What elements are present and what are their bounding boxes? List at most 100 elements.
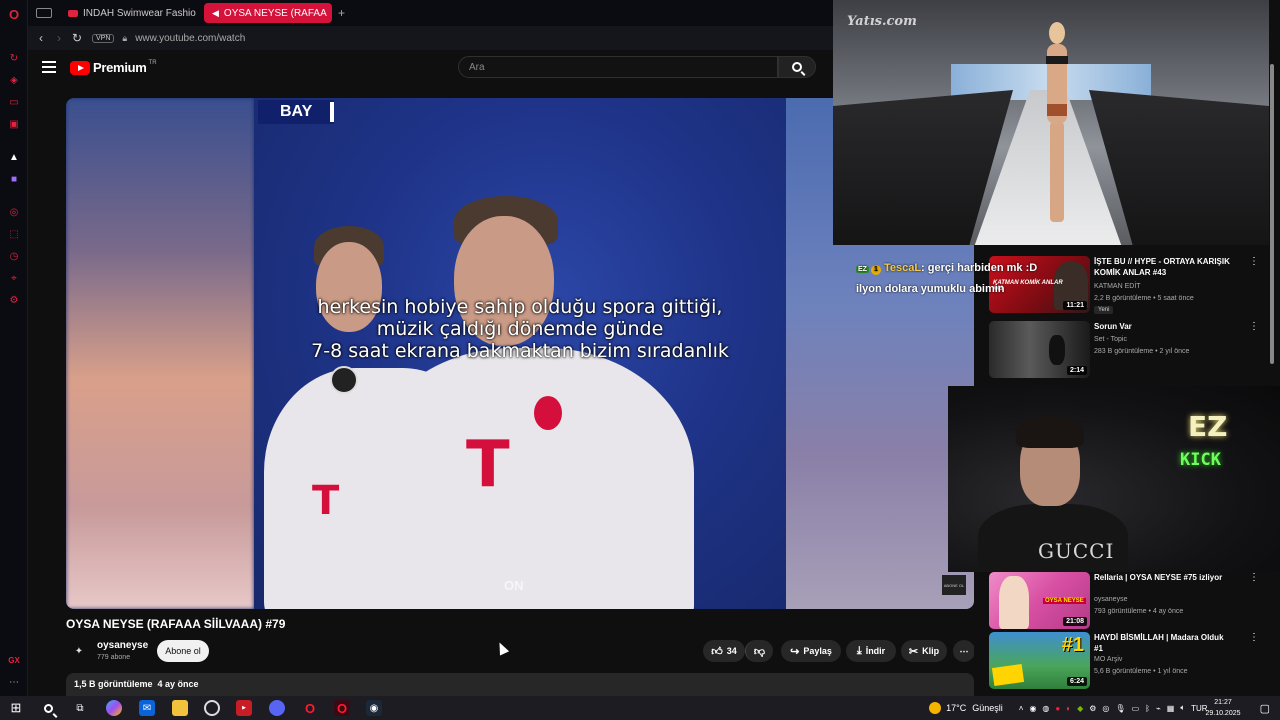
subscribe-button[interactable]: Abone ol [157,640,209,662]
task-view-icon[interactable]: ⧉ [72,700,88,716]
notifications-icon[interactable]: ▢ [1260,702,1270,715]
neon-ez-sign: EZ [1188,410,1228,443]
tab-menu-icon[interactable] [36,8,52,18]
tray-mic-icon[interactable]: 🎙︎ [1115,704,1125,713]
tray-opera-icon[interactable]: ● [1055,704,1060,713]
search-icon [792,62,802,72]
clip-button[interactable]: ✂ Klip [901,640,947,662]
weather-temp[interactable]: 17°C [946,703,966,713]
taskbar-clock[interactable]: 21:27 29.10.2025 [1204,696,1242,720]
sidebar-bag-icon[interactable]: ◈ [6,72,22,88]
tray-volume-icon[interactable]: 🔈︎ [1180,703,1185,713]
sidebar-settings-icon[interactable]: ⚙ [6,292,22,308]
recommendation-item[interactable]: OYSA NEYSE 21:08 Rellaria | OYSA NEYSE #… [989,572,1259,630]
recommendation-item[interactable]: 2:14 Sorun Var Set - Topic 283 B görüntü… [989,321,1259,379]
score-tag: BAY [258,100,334,124]
rec-thumb-figure [1049,335,1065,365]
tray-app-icon[interactable]: ◐ [1066,704,1071,713]
tray-display-icon[interactable]: ▭ [1132,704,1140,713]
download-button[interactable]: ⤓ İndir [846,640,896,662]
steam-icon[interactable]: ◉ [366,700,382,716]
rec-channel: MO Arşiv [1094,656,1123,663]
rec-more-icon[interactable]: ⋮ [1249,321,1259,332]
sidebar-pin-icon[interactable]: ⌖ [6,270,22,286]
sidebar-instagram-icon[interactable]: ▣ [6,116,22,132]
opera-logo-icon[interactable]: O [6,6,22,22]
scrollbar-thumb[interactable] [1270,64,1274,364]
file-explorer-icon[interactable] [172,700,188,716]
rec-duration: 2:14 [1066,366,1087,375]
video-editor-icon[interactable]: ▶ [236,700,252,716]
rec-meta: 2,2 B görüntüleme • 5 saat önce [1094,295,1194,302]
model-top [1046,56,1068,64]
forward-icon[interactable]: › [50,31,68,45]
model-legs [1050,122,1064,222]
copilot-icon[interactable] [106,700,122,716]
rec-more-icon[interactable]: ⋮ [1249,632,1259,643]
tray-nvidia-icon[interactable]: ◆ [1077,704,1083,713]
channel-avatar[interactable]: ✦ [70,642,88,660]
rec-thumb-label-shape [991,664,1025,686]
tray-steam-icon[interactable]: ◉ [1029,704,1036,713]
discord-icon[interactable] [269,700,285,716]
dislike-button[interactable]: 👎︎ [745,640,773,662]
rec-duration: 21:08 [1063,617,1087,626]
page-scrollbar[interactable] [1268,50,1276,690]
search-button[interactable] [778,56,816,78]
tray-gear-icon[interactable]: ⚙ [1089,704,1096,713]
mail-icon[interactable]: ✉ [139,700,155,716]
sidebar-more-icon[interactable]: ⋯ [6,674,22,690]
description-box[interactable]: 1,5 B görüntüleme 4 ay önce [66,673,974,696]
rec-thumbnail[interactable]: OYSA NEYSE 21:08 [989,572,1090,629]
tray-usb-icon[interactable]: ⌁ [1156,704,1161,713]
tray-globe-icon[interactable]: ◎ [1102,704,1109,713]
youtube-play-icon [70,60,90,75]
weather-desc[interactable]: Güneşli [972,703,1003,713]
share-button[interactable]: ↪ Paylaş [781,640,841,662]
search-input[interactable] [458,56,778,78]
tab-oysa-neyse[interactable]: ◀ OYSA NEYSE (RAFAA [204,3,332,23]
sidebar-aria-icon[interactable]: ▲ [6,149,22,165]
taskbar-search-icon[interactable] [40,700,56,716]
tray-bluetooth-icon[interactable]: ᛒ [1145,704,1150,713]
rec-more-icon[interactable]: ⋮ [1249,572,1259,583]
subscribe-watermark[interactable]: ABONE OL [942,575,966,595]
new-tab-button[interactable]: + [338,6,345,20]
recommendation-item[interactable]: #1 6:24 HAYDİ BİSMİLLAH | Madara Olduk #… [989,632,1259,690]
sidebar-history-icon[interactable]: ◷ [6,248,22,264]
youtube-logo[interactable]: Premium TR [70,60,157,75]
telekom-logo-left: T [312,478,340,524]
rec-meta: 283 B görüntüleme • 2 yıl önce [1094,348,1190,355]
rec-thumbnail[interactable]: 2:14 [989,321,1090,378]
weather-sun-icon[interactable] [929,702,942,714]
tray-network-icon[interactable]: ▦ [1167,704,1175,713]
url-field[interactable]: www.youtube.com/watch [135,33,245,44]
sidebar-gx-icon[interactable]: GX [6,652,22,668]
sidebar-cube-icon[interactable]: ⬚ [6,226,22,242]
like-button[interactable]: 👍︎ 34 [703,640,745,662]
back-icon[interactable]: ‹ [32,31,50,45]
windows-start-icon[interactable]: ⊞ [8,700,24,716]
model-head [1049,22,1065,44]
opera-gx-icon[interactable]: O [334,700,350,716]
tab-label: INDAH Swimwear Fashio [83,7,196,19]
tray-chevron-icon[interactable]: ˄ [1019,704,1024,713]
obs-icon[interactable] [204,700,220,716]
rec-more-icon[interactable]: ⋮ [1249,256,1259,267]
sidebar-twitch-icon[interactable]: ■ [6,171,22,187]
reload-icon[interactable]: ↻ [68,31,86,45]
video-title: OYSA NEYSE (RAFAAA SİİLVAAA) #79 [66,617,286,631]
opera-icon[interactable]: O [302,700,318,716]
sidebar-play-icon[interactable]: ◎ [6,204,22,220]
video-blur-left [66,98,254,609]
sidebar-messenger-icon[interactable]: ▭ [6,94,22,110]
channel-name[interactable]: oysaneyse [97,640,148,651]
vpn-badge[interactable]: VPN [92,33,115,43]
rec-thumbnail[interactable]: #1 6:24 [989,632,1090,689]
more-actions-button[interactable]: ⋯ [953,640,975,662]
tray-discord-icon[interactable]: ◍ [1042,704,1049,713]
new-badge: Yeni [1094,306,1114,314]
hamburger-menu-icon[interactable] [42,61,56,73]
tab-indah[interactable]: INDAH Swimwear Fashio [60,3,200,23]
sidebar-refresh-icon[interactable]: ↻ [6,50,22,66]
